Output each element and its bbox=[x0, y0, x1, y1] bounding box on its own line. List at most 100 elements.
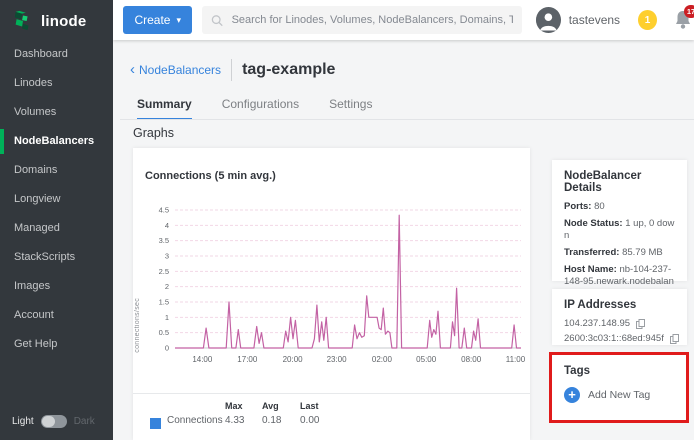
y-tick-label: 0.5 bbox=[159, 328, 169, 337]
y-tick-label: 4.5 bbox=[159, 206, 169, 215]
tab-summary[interactable]: Summary bbox=[137, 97, 192, 120]
legend-series-name: Connections bbox=[167, 415, 223, 426]
x-tick-label: 23:00 bbox=[327, 355, 348, 364]
connections-graph-card: Connections (5 min avg.) connections/sec… bbox=[133, 148, 530, 440]
graph-legend: Max Avg Last Connections 4.33 0.18 0.00 bbox=[133, 393, 530, 440]
user-icon bbox=[536, 7, 561, 33]
avatar[interactable] bbox=[536, 7, 561, 33]
legend-last-value: 0.00 bbox=[300, 415, 319, 426]
x-tick-label: 08:00 bbox=[461, 355, 482, 364]
y-tick-label: 2.5 bbox=[159, 267, 169, 276]
y-tick-label: 1.5 bbox=[159, 298, 169, 307]
detail-label: Transferred: bbox=[564, 247, 619, 258]
linode-logo-icon bbox=[12, 10, 34, 32]
tags-panel: Tags + Add New Tag bbox=[552, 355, 686, 420]
nodebalancer-details-panel: NodeBalancer Details Ports: 80 Node Stat… bbox=[552, 160, 687, 281]
sidebar-item-images[interactable]: Images bbox=[0, 276, 113, 297]
y-tick-label: 3 bbox=[165, 252, 169, 261]
page-title: tag-example bbox=[242, 61, 335, 79]
x-tick-label: 17:00 bbox=[237, 355, 258, 364]
create-button[interactable]: Create ▾ bbox=[123, 6, 192, 34]
tab-configurations[interactable]: Configurations bbox=[222, 97, 299, 120]
breadcrumb-back-label: NodeBalancers bbox=[139, 63, 221, 77]
sidebar-item-label: Managed bbox=[14, 222, 60, 234]
sidebar-item-label: Longview bbox=[14, 193, 60, 205]
y-tick-label: 2 bbox=[165, 282, 169, 291]
breadcrumb-divider bbox=[231, 59, 232, 81]
linode-cloud-manager: linode Dashboard Linodes Volumes NodeBal… bbox=[0, 0, 694, 440]
sidebar-item-stackscripts[interactable]: StackScripts bbox=[0, 247, 113, 268]
ipv4-address: 104.237.148.95 bbox=[564, 318, 630, 329]
connections-chart: 00.511.522.533.544.514:0017:0020:0023:00… bbox=[141, 196, 526, 376]
sidebar-item-account[interactable]: Account bbox=[0, 305, 113, 326]
theme-toggle-switch[interactable] bbox=[41, 415, 67, 428]
tab-settings[interactable]: Settings bbox=[329, 97, 372, 120]
sidebar-item-label: Dashboard bbox=[14, 48, 68, 60]
notifications-button[interactable]: 17 bbox=[673, 8, 694, 32]
x-tick-label: 02:00 bbox=[372, 355, 393, 364]
theme-toggle: Light Dark bbox=[12, 415, 95, 428]
detail-row-transferred: Transferred: 85.79 MB bbox=[564, 247, 675, 259]
sidebar-item-label: Volumes bbox=[14, 106, 56, 118]
legend-max-value: 4.33 bbox=[225, 415, 244, 426]
ip-addresses-panel: IP Addresses 104.237.148.95 2600:3c03:1:… bbox=[552, 289, 687, 345]
community-badge[interactable]: 1 bbox=[638, 10, 657, 30]
y-tick-label: 1 bbox=[165, 313, 169, 322]
username[interactable]: tastevens bbox=[569, 13, 620, 27]
add-new-tag-label: Add New Tag bbox=[588, 389, 650, 401]
linode-logo[interactable]: linode bbox=[0, 0, 113, 44]
detail-row-ports: Ports: 80 bbox=[564, 201, 675, 213]
sidebar-item-managed[interactable]: Managed bbox=[0, 218, 113, 239]
add-new-tag-button[interactable]: + Add New Tag bbox=[564, 387, 674, 403]
y-axis-label: connections/sec bbox=[134, 298, 141, 353]
sidebar-item-longview[interactable]: Longview bbox=[0, 189, 113, 210]
sidebar-item-dashboard[interactable]: Dashboard bbox=[0, 44, 113, 65]
legend-swatch[interactable] bbox=[150, 418, 161, 429]
connections-line bbox=[175, 215, 521, 348]
logo-text: linode bbox=[41, 13, 86, 30]
details-panel-title: NodeBalancer Details bbox=[564, 170, 675, 194]
create-button-label: Create bbox=[134, 13, 170, 27]
y-tick-label: 0 bbox=[165, 344, 169, 353]
ip-panel-title: IP Addresses bbox=[564, 299, 675, 311]
tab-bar-divider bbox=[120, 119, 694, 120]
sidebar-item-volumes[interactable]: Volumes bbox=[0, 102, 113, 123]
sidebar-item-nodebalancers[interactable]: NodeBalancers bbox=[0, 131, 113, 152]
plus-icon: + bbox=[564, 387, 580, 403]
copy-icon[interactable] bbox=[670, 334, 679, 344]
x-tick-label: 05:00 bbox=[416, 355, 437, 364]
sidebar-item-label: Account bbox=[14, 309, 54, 321]
theme-dark-label: Dark bbox=[74, 416, 95, 427]
back-arrow-icon: ‹ bbox=[130, 64, 135, 76]
breadcrumb-back-link[interactable]: ‹ NodeBalancers bbox=[130, 63, 221, 77]
detail-label: Node Status: bbox=[564, 218, 623, 229]
sidebar-item-label: Get Help bbox=[14, 338, 57, 350]
breadcrumb: ‹ NodeBalancers tag-example bbox=[130, 59, 335, 81]
legend-col-avg: Avg bbox=[262, 401, 279, 411]
sidebar-item-get-help[interactable]: Get Help bbox=[0, 334, 113, 355]
ipv6-address: 2600:3c03:1::68ed:945f bbox=[564, 333, 664, 344]
notifications-count-badge: 17 bbox=[684, 5, 694, 18]
theme-toggle-knob bbox=[42, 416, 55, 427]
sidebar-item-label: Linodes bbox=[14, 77, 53, 89]
sidebar: linode Dashboard Linodes Volumes NodeBal… bbox=[0, 0, 113, 440]
sidebar-item-label: NodeBalancers bbox=[14, 135, 94, 147]
sidebar-item-linodes[interactable]: Linodes bbox=[0, 73, 113, 94]
sidebar-item-label: StackScripts bbox=[14, 251, 75, 263]
ip-row-ipv6: 2600:3c03:1::68ed:945f bbox=[564, 333, 675, 344]
copy-icon[interactable] bbox=[636, 319, 645, 329]
detail-value: 85.79 MB bbox=[622, 247, 663, 258]
legend-col-max: Max bbox=[225, 401, 243, 411]
search-input[interactable] bbox=[232, 14, 513, 26]
ip-row-ipv4: 104.237.148.95 bbox=[564, 318, 675, 329]
sidebar-item-domains[interactable]: Domains bbox=[0, 160, 113, 181]
search-icon bbox=[211, 14, 223, 27]
legend-col-last: Last bbox=[300, 401, 319, 411]
detail-label: Host Name: bbox=[564, 264, 617, 275]
x-tick-label: 14:00 bbox=[192, 355, 213, 364]
y-tick-label: 4 bbox=[165, 221, 169, 230]
x-tick-label: 11:00 bbox=[506, 355, 526, 364]
sidebar-item-label: Images bbox=[14, 280, 50, 292]
global-search bbox=[202, 6, 522, 34]
tags-panel-title: Tags bbox=[564, 365, 674, 377]
